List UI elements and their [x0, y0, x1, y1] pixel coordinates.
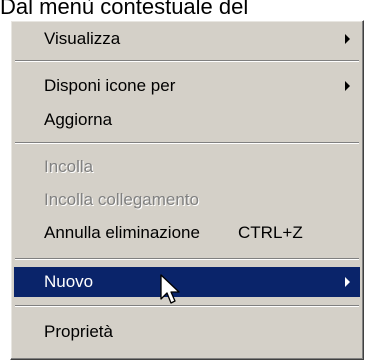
menu-item-label: Proprietà: [44, 322, 113, 341]
menu-separator: [15, 305, 359, 307]
menu-item-label: Disponi icone per: [44, 76, 176, 95]
menu-item-annulla-eliminazione[interactable]: Annulla eliminazione CTRL+Z: [14, 218, 360, 248]
menu-item-label: Annulla eliminazione: [44, 223, 200, 242]
caption-text: Dal menù contestuale del: [0, 0, 249, 19]
arrow-cursor-icon: [160, 274, 180, 304]
menu-item-proprieta[interactable]: Proprietà: [14, 317, 360, 347]
menu-item-shortcut: CTRL+Z: [238, 223, 303, 242]
menu-separator: [15, 258, 359, 260]
menu-item-nuovo[interactable]: Nuovo: [14, 267, 360, 297]
menu-item-label: Incolla: [44, 157, 94, 176]
submenu-arrow-icon: [345, 277, 350, 287]
menu-item-disponi-icone-per[interactable]: Disponi icone per: [14, 71, 360, 101]
menu-separator: [15, 142, 359, 144]
menu-separator: [15, 60, 359, 62]
menu-item-label: Incolla collegamento: [44, 190, 199, 209]
context-menu: Visualizza Disponi icone per Aggiorna In…: [10, 20, 364, 360]
menu-item-aggiorna[interactable]: Aggiorna: [14, 105, 360, 135]
menu-item-incolla: Incolla: [14, 152, 360, 182]
submenu-arrow-icon: [345, 34, 350, 44]
menu-item-label: Nuovo: [44, 272, 94, 291]
menu-item-label: Aggiorna: [44, 110, 113, 129]
menu-item-visualizza[interactable]: Visualizza: [14, 24, 360, 54]
submenu-arrow-icon: [345, 81, 350, 91]
menu-item-incolla-collegamento: Incolla collegamento: [14, 185, 360, 215]
menu-item-label: Visualizza: [44, 29, 121, 48]
